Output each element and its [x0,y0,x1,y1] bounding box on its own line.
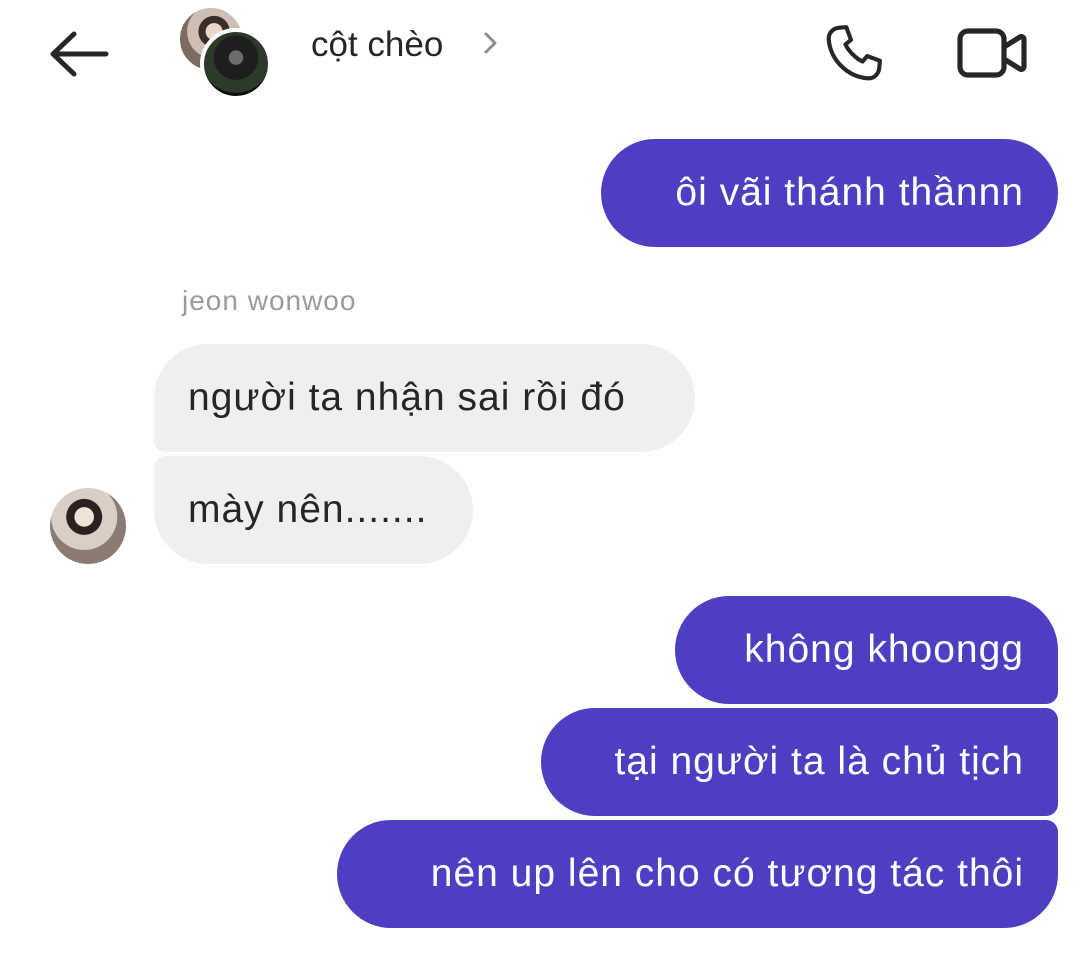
incoming-message[interactable]: người ta nhận sai rồi đó [154,344,695,452]
member-avatar-2 [200,28,272,100]
phone-icon [826,25,882,81]
incoming-message[interactable]: mày nên....... [154,456,473,564]
outgoing-message[interactable]: không khoongg [675,596,1058,704]
chevron-right-icon[interactable] [480,28,502,58]
video-call-button[interactable] [950,18,1034,88]
audio-call-button[interactable] [816,18,892,88]
sender-name: jeon wonwoo [182,285,357,316]
outgoing-message[interactable]: nên up lên cho có tương tác thôi [337,820,1058,928]
back-button[interactable] [40,22,116,86]
chat-header: cột chèo [0,0,1080,110]
outgoing-message[interactable]: tại người ta là chủ tịch [541,708,1058,816]
outgoing-message[interactable]: ôi vãi thánh thầnnn [601,139,1058,247]
group-avatar[interactable] [176,4,276,100]
chat-title[interactable]: cột chèo [311,22,443,68]
video-camera-icon [957,28,1027,78]
sender-avatar[interactable] [50,488,126,564]
arrow-left-icon [50,31,109,77]
